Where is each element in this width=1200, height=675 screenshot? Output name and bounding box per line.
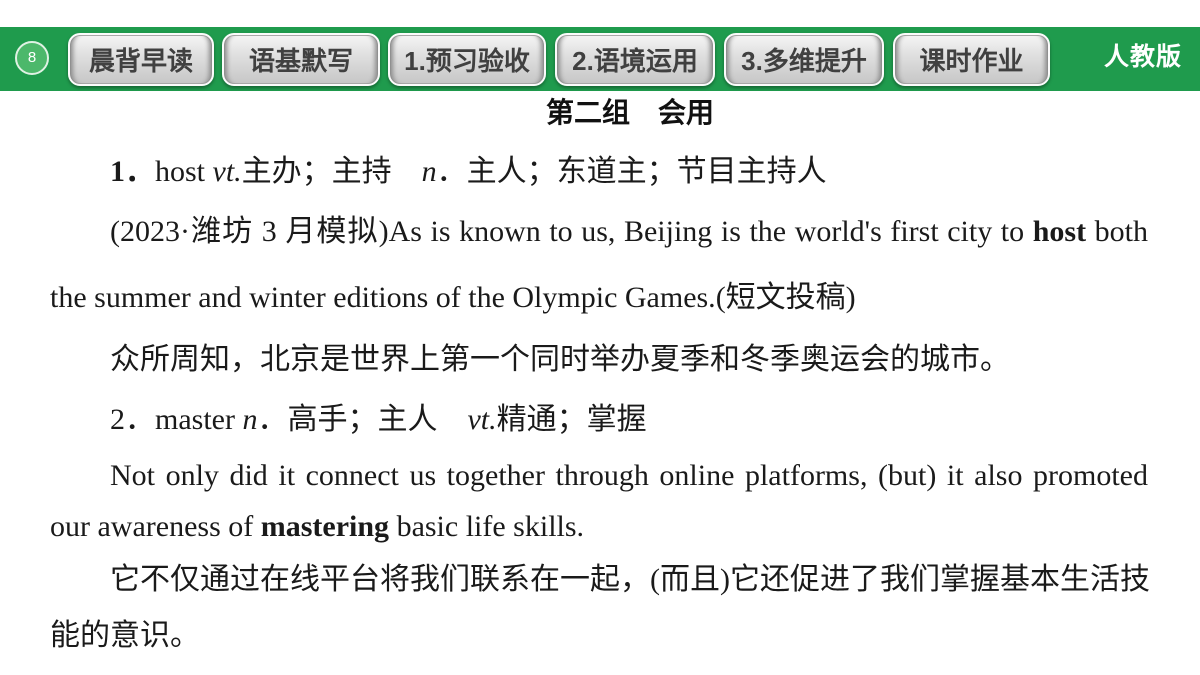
part-of-speech: vt. (212, 155, 242, 188)
example-text: both (1094, 215, 1148, 248)
translation-line: 能的意识。 (50, 619, 200, 652)
part-of-speech: n (242, 403, 258, 436)
entry-master: 2．master n．高手；主人 vt.精通；掌握 (110, 400, 647, 440)
example-text: As is known to us, Beijing is the world'… (388, 215, 1025, 248)
definition: ．主人；东道主；节目主持人 (436, 155, 827, 188)
group-title: 第二组 会用 (545, 97, 714, 128)
definition: 精通；掌握 (496, 403, 647, 436)
example-text: our awareness of (50, 510, 254, 543)
example-text: basic life skills. (396, 510, 585, 543)
part-of-speech: vt. (467, 403, 497, 436)
example-sentence-line: Not only did it connect us together thro… (110, 459, 1148, 492)
definition: 主办；主持 (241, 155, 422, 188)
tab-preview-check[interactable]: 1.预习验收 (388, 33, 546, 86)
tab-morning-reading[interactable]: 晨背早读 (68, 33, 214, 86)
tab-multi-improvement[interactable]: 3.多维提升 (724, 33, 884, 86)
example-source: (2023·潍坊 3 月模拟) (110, 215, 389, 248)
publisher-label: 人教版 (1104, 44, 1183, 71)
headword: master (155, 403, 235, 436)
headword: host (155, 155, 206, 188)
definition: ．高手；主人 (257, 403, 468, 436)
example-sentence-line: the summer and winter editions of the Ol… (50, 278, 856, 318)
entry-number: 2． (110, 403, 155, 436)
entry-host: 1．host vt.主办；主持 n．主人；东道主；节目主持人 (110, 152, 827, 192)
tab-basic-dictation[interactable]: 语基默写 (222, 33, 380, 86)
part-of-speech: n (421, 155, 437, 188)
example-text: the summer and winter editions of the Ol… (50, 281, 716, 314)
example-keyword: mastering (260, 510, 390, 543)
tab-context-usage[interactable]: 2.语境运用 (555, 33, 715, 86)
example-sentence-line: (2023·潍坊 3 月模拟)As is known to us, Beijin… (110, 212, 1148, 252)
example-keyword: host (1032, 215, 1087, 248)
example-sentence-line: our awareness of mastering basic life sk… (50, 507, 584, 547)
translation-line: 众所周知，北京是世界上第一个同时举办夏季和冬季奥运会的城市。 (110, 343, 1010, 376)
page-number-badge: 8 (15, 41, 49, 75)
tab-homework[interactable]: 课时作业 (893, 33, 1050, 86)
translation-line: 它不仅通过在线平台将我们联系在一起，(而且)它还促进了我们掌握基本生活技 (110, 563, 1150, 596)
example-note: (短文投稿) (715, 281, 856, 314)
entry-number: 1． (110, 155, 155, 188)
